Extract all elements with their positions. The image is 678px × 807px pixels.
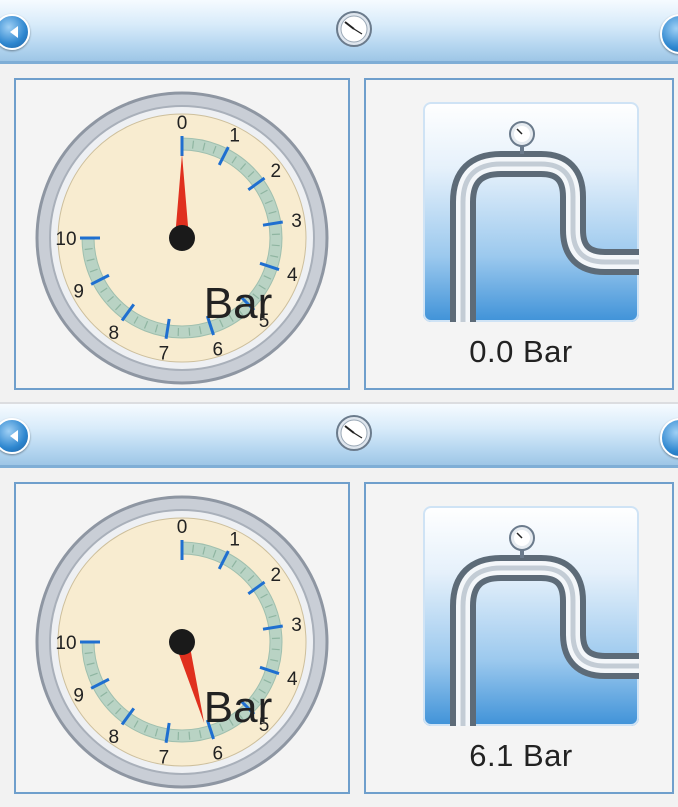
- needle-hub: [169, 225, 195, 251]
- pipe-with-gauge-icon: [450, 525, 639, 726]
- tick-label: 1: [229, 126, 240, 147]
- pipe-panel: 6.1 Bar: [364, 482, 674, 794]
- tick-label: 4: [287, 265, 298, 286]
- tick-label: 6: [213, 743, 224, 764]
- tick-label: 3: [291, 211, 302, 232]
- forward-button[interactable]: [660, 418, 678, 458]
- tick-label: 0: [177, 517, 188, 538]
- arrow-left-icon: [10, 430, 18, 442]
- minor-tick: [271, 244, 280, 247]
- tick-label: 10: [55, 633, 76, 654]
- tick-label: 3: [291, 615, 302, 636]
- tick-label: 9: [73, 282, 84, 303]
- tick-label: 1: [229, 530, 240, 551]
- pipe-panel: 0.0 Bar: [364, 78, 674, 390]
- gauge-panel: 0 1 2 3 4 5 6 7 8 9 10 Bar: [14, 482, 350, 794]
- unit-label: Bar: [204, 683, 272, 732]
- minor-tick: [271, 648, 280, 651]
- tick-label: 8: [109, 727, 120, 748]
- pressure-gauge-icon[interactable]: [335, 414, 373, 452]
- minor-tick: [188, 327, 191, 336]
- tick-label: 2: [271, 161, 282, 182]
- tick-label: 4: [287, 669, 298, 690]
- title-bar: [0, 0, 678, 64]
- tick-label: 6: [213, 339, 224, 360]
- gauge-panel: 0 1 2 3 4 5 6 7 8 9 10 Bar: [14, 78, 350, 390]
- tick-label: 8: [109, 323, 120, 344]
- minor-tick: [188, 731, 191, 740]
- screen-bottom: 0 1 2 3 4 5 6 7 8 9 10 Bar 6.1 Bar: [0, 404, 678, 807]
- pipe-illustration: [423, 102, 639, 322]
- pressure-readout: 0.0 Bar: [469, 334, 573, 369]
- back-button[interactable]: [0, 418, 30, 454]
- tick-label: 2: [271, 565, 282, 586]
- needle-hub: [169, 629, 195, 655]
- pressure-dial: 012345678910Bar: [35, 91, 329, 385]
- back-button[interactable]: [0, 14, 30, 50]
- tick-label: 9: [73, 686, 84, 707]
- pipe-illustration: [423, 506, 639, 726]
- pressure-dial: 012345678910Bar: [35, 495, 329, 789]
- tick-label: 7: [159, 344, 170, 365]
- tick-label: 10: [55, 229, 76, 250]
- screen-top: 0 1 2 3 4 5 6 7 8 9 10 Bar 0.0 Bar: [0, 0, 678, 402]
- arrow-left-icon: [10, 26, 18, 38]
- unit-label: Bar: [204, 279, 272, 328]
- tick-label: 7: [159, 748, 170, 769]
- tick-label: 0: [177, 113, 188, 134]
- pressure-gauge-icon[interactable]: [335, 10, 373, 48]
- title-bar: [0, 404, 678, 468]
- pipe-with-gauge-icon: [450, 121, 639, 322]
- pressure-readout: 6.1 Bar: [469, 738, 573, 773]
- forward-button[interactable]: [660, 14, 678, 54]
